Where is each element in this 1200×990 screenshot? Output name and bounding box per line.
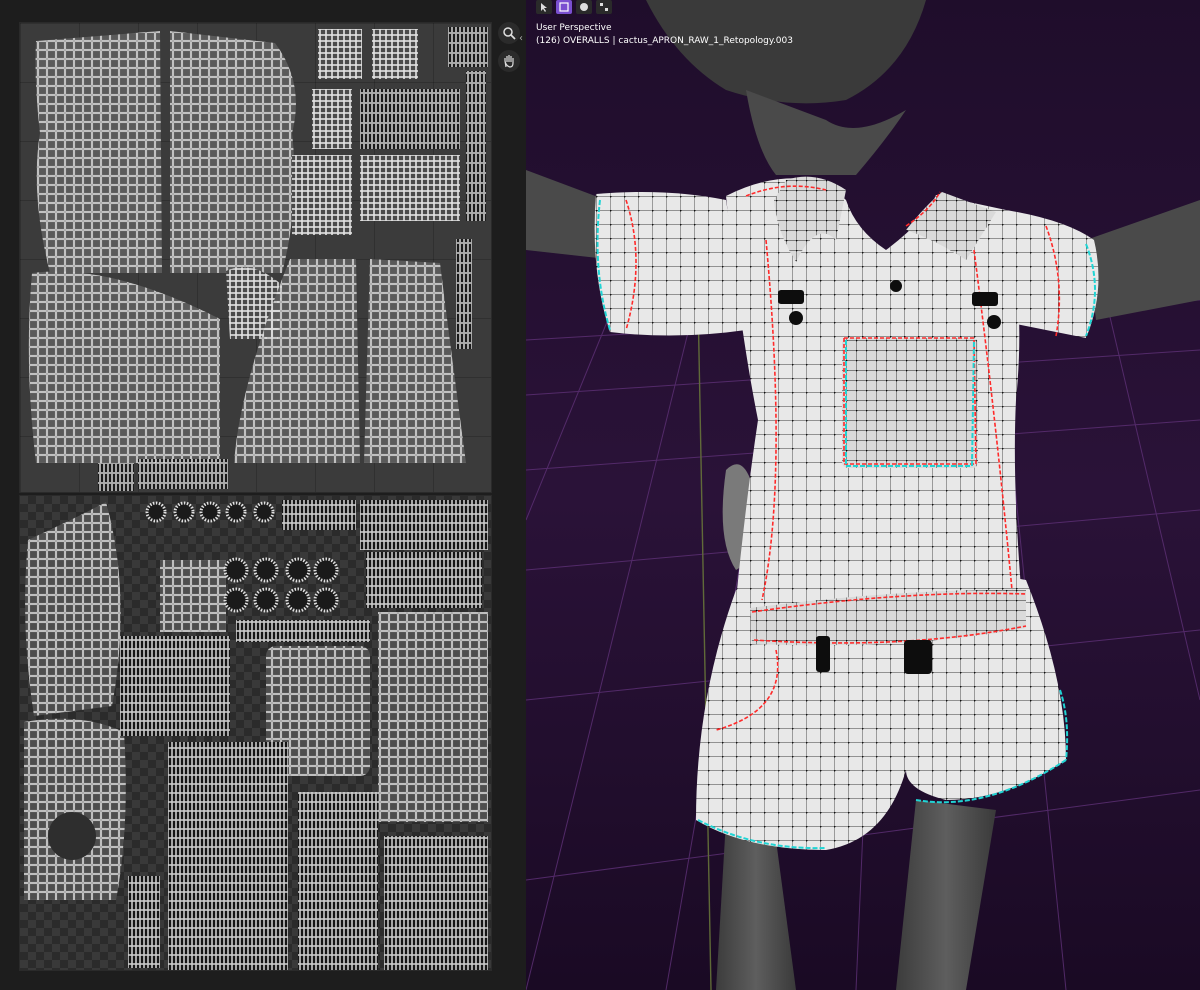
- cursor-icon[interactable]: [536, 0, 552, 14]
- uv-island: [456, 239, 472, 349]
- uv-island: [298, 792, 378, 970]
- uv-island: [98, 463, 134, 491]
- shading-wire-icon[interactable]: [596, 0, 612, 14]
- viewport-scene: [526, 0, 1200, 990]
- uv-island: [466, 71, 486, 221]
- uv-island: [384, 836, 488, 970]
- uv-island: [360, 155, 460, 221]
- viewport-info-overlay: User Perspective (126) OVERALLS | cactus…: [536, 22, 793, 48]
- uv-island: [236, 620, 370, 642]
- uv-island: [138, 459, 228, 489]
- 3d-viewport[interactable]: User Perspective (126) OVERALLS | cactus…: [526, 0, 1200, 990]
- uv-island: [318, 29, 362, 79]
- uv-editor-area: ‹: [0, 0, 526, 990]
- uv-navigation-tools: [497, 22, 521, 72]
- uv-island: [25, 502, 121, 716]
- overlay-icon[interactable]: [556, 0, 572, 14]
- uv-island: [448, 27, 488, 67]
- uv-island: [170, 31, 296, 273]
- uv-island: [360, 89, 460, 149]
- object-info-label: (126) OVERALLS | cactus_APRON_RAW_1_Reto…: [536, 36, 793, 46]
- zoom-icon[interactable]: [498, 22, 520, 44]
- uv-island: [378, 612, 488, 822]
- uv-island: [282, 500, 356, 530]
- uv-island: [312, 89, 352, 149]
- uv-island: [372, 29, 418, 79]
- uv-editor-top-panel[interactable]: [19, 22, 492, 493]
- uv-island: [35, 31, 162, 273]
- uv-island: [360, 500, 488, 550]
- shading-solid-icon[interactable]: [576, 0, 592, 14]
- uv-island: [24, 718, 126, 900]
- uv-island: [366, 552, 482, 608]
- uv-island: [128, 876, 160, 968]
- uv-island: [120, 636, 230, 736]
- viewport-header-toolbar: [536, 0, 612, 18]
- uv-editor-bottom-panel[interactable]: [19, 495, 492, 971]
- uv-island: [48, 812, 96, 860]
- uv-island: [160, 560, 226, 632]
- hand-pan-icon[interactable]: [498, 50, 520, 72]
- view-name-label: User Perspective: [536, 23, 612, 33]
- uv-island: [28, 271, 220, 463]
- uv-island: [292, 155, 352, 235]
- uv-island: [168, 742, 288, 970]
- uv-island: [364, 259, 466, 463]
- uv-islands-bottom: [24, 500, 488, 970]
- uv-islands-top: [28, 27, 488, 491]
